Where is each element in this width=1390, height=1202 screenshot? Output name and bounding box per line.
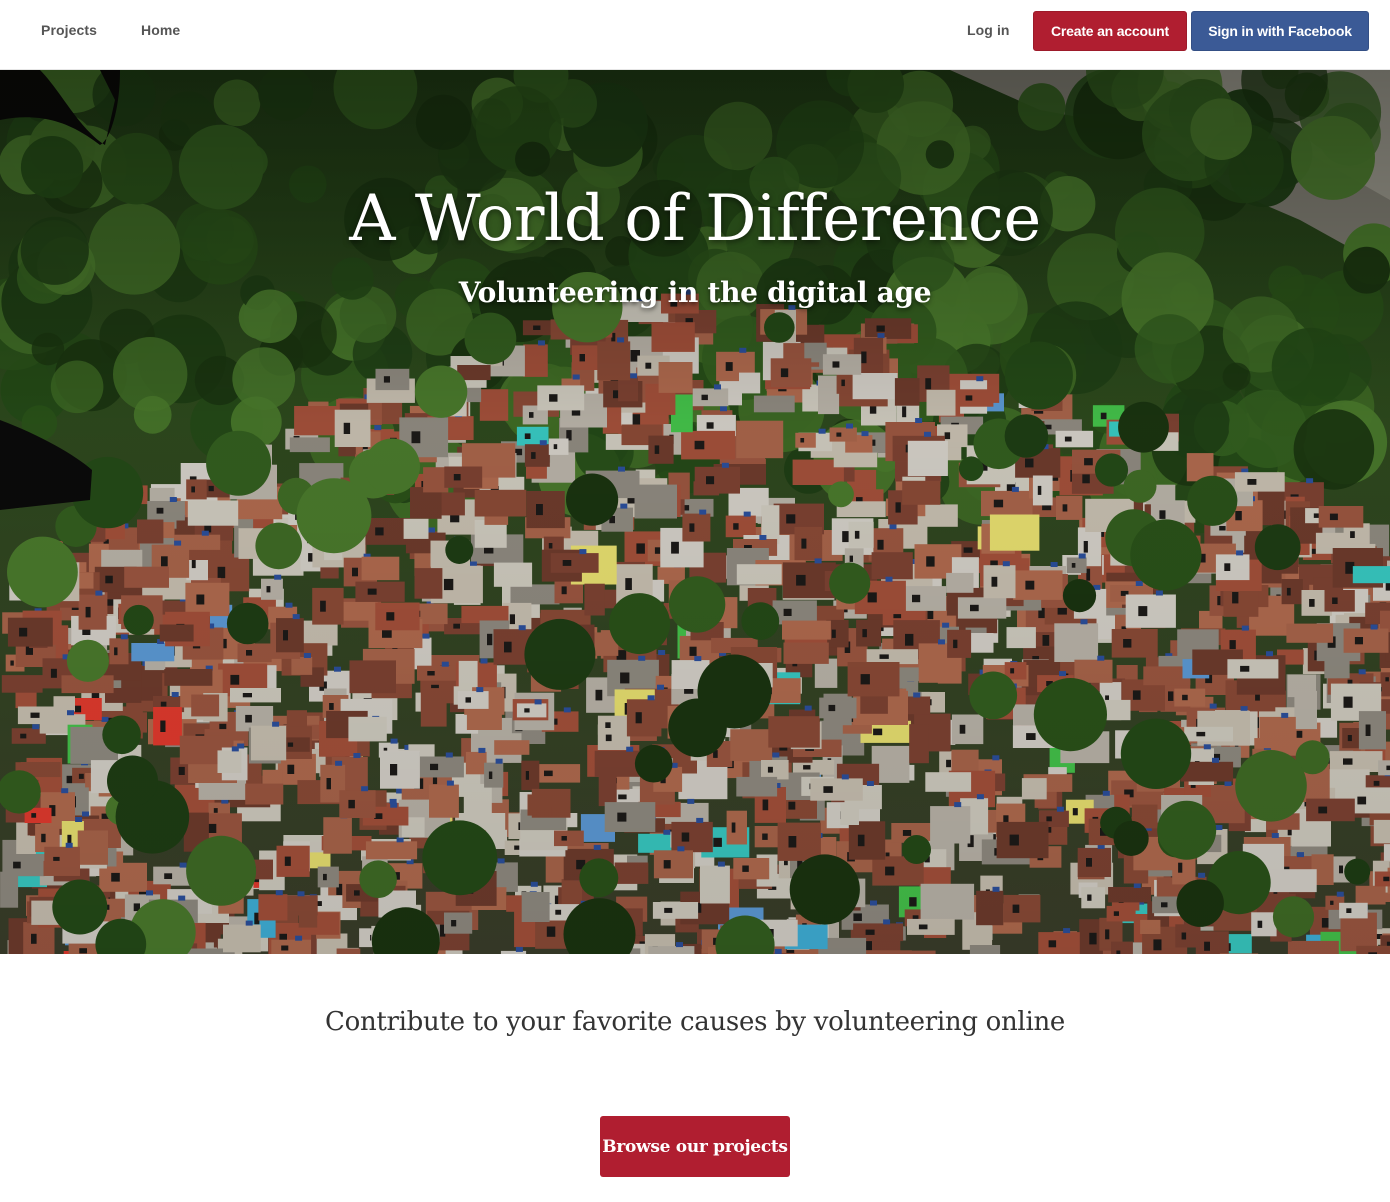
hero-subtitle: Volunteering in the digital age [458, 276, 932, 309]
nav-projects-link[interactable]: Projects [41, 22, 97, 38]
hero-title: A World of Difference [349, 182, 1041, 256]
facebook-signin-button[interactable]: Sign in with Facebook [1191, 11, 1369, 51]
hero-banner: A World of Difference Volunteering in th… [0, 70, 1390, 954]
top-navbar: Projects Home Log in Create an account S… [0, 0, 1390, 70]
login-link[interactable]: Log in [967, 22, 1010, 38]
create-account-button[interactable]: Create an account [1033, 11, 1187, 51]
browse-projects-button[interactable]: Browse our projects [600, 1116, 790, 1177]
nav-home-link[interactable]: Home [141, 22, 180, 38]
tagline: Contribute to your favorite causes by vo… [325, 1007, 1065, 1037]
